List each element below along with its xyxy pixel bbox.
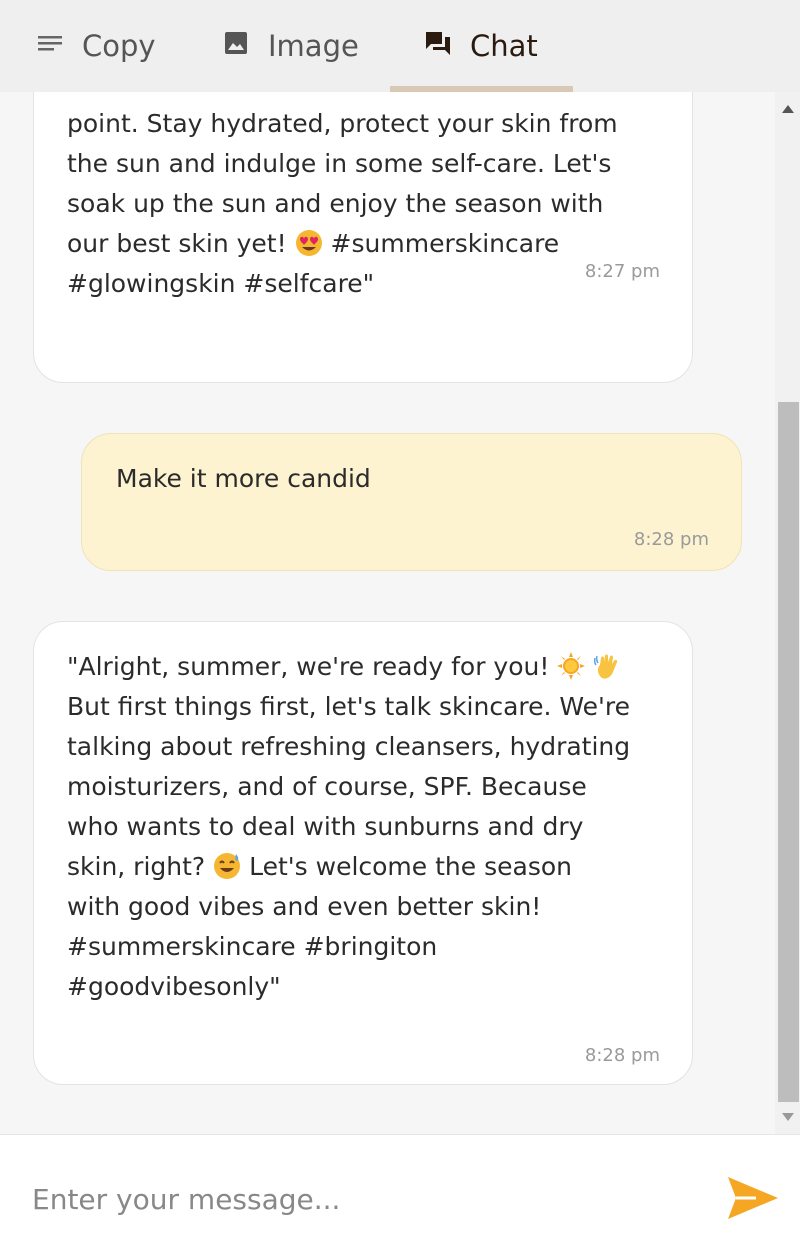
message-timestamp: 8:28 pm xyxy=(584,1045,660,1066)
assistant-message: point. Stay hydrated, protect your skin … xyxy=(33,92,693,383)
tab-image-label: Image xyxy=(268,29,359,63)
chat-messages[interactable]: point. Stay hydrated, protect your skin … xyxy=(0,92,800,1134)
tab-chat-label: Chat xyxy=(470,29,538,63)
message-input[interactable] xyxy=(32,1175,672,1223)
sweat-smile-emoji xyxy=(213,852,241,880)
chat-scrollbar[interactable] xyxy=(775,92,800,1134)
chat-icon xyxy=(424,29,452,64)
message-composer xyxy=(0,1134,800,1260)
message-text: "Alright, summer, we're ready for you! B… xyxy=(67,647,677,1007)
message-timestamp: 8:28 pm xyxy=(633,529,709,550)
send-icon xyxy=(726,1177,780,1225)
waving-hand-emoji xyxy=(593,652,621,680)
heart-eyes-emoji xyxy=(295,229,323,257)
send-button[interactable] xyxy=(726,1175,780,1221)
tab-copy[interactable]: Copy xyxy=(36,0,156,92)
tab-chat[interactable]: Chat xyxy=(424,0,538,92)
tab-bar: Copy Image Chat xyxy=(0,0,800,92)
message-text: Make it more candid xyxy=(116,464,371,493)
sun-emoji xyxy=(557,652,586,680)
scroll-down-arrow-icon[interactable] xyxy=(775,1106,800,1128)
user-message: Make it more candid 8:28 pm xyxy=(81,433,742,571)
active-tab-indicator xyxy=(390,86,573,92)
message-text-part: "Alright, summer, we're ready for you! xyxy=(67,652,550,681)
assistant-message: "Alright, summer, we're ready for you! B… xyxy=(33,621,693,1085)
text-lines-icon xyxy=(36,29,64,64)
message-text: point. Stay hydrated, protect your skin … xyxy=(67,104,667,304)
message-timestamp: 8:27 pm xyxy=(584,261,660,282)
scrollbar-thumb[interactable] xyxy=(778,402,799,1102)
image-icon xyxy=(222,29,250,64)
tab-image[interactable]: Image xyxy=(222,0,359,92)
scroll-up-arrow-icon[interactable] xyxy=(775,98,800,120)
tab-copy-label: Copy xyxy=(82,29,156,63)
